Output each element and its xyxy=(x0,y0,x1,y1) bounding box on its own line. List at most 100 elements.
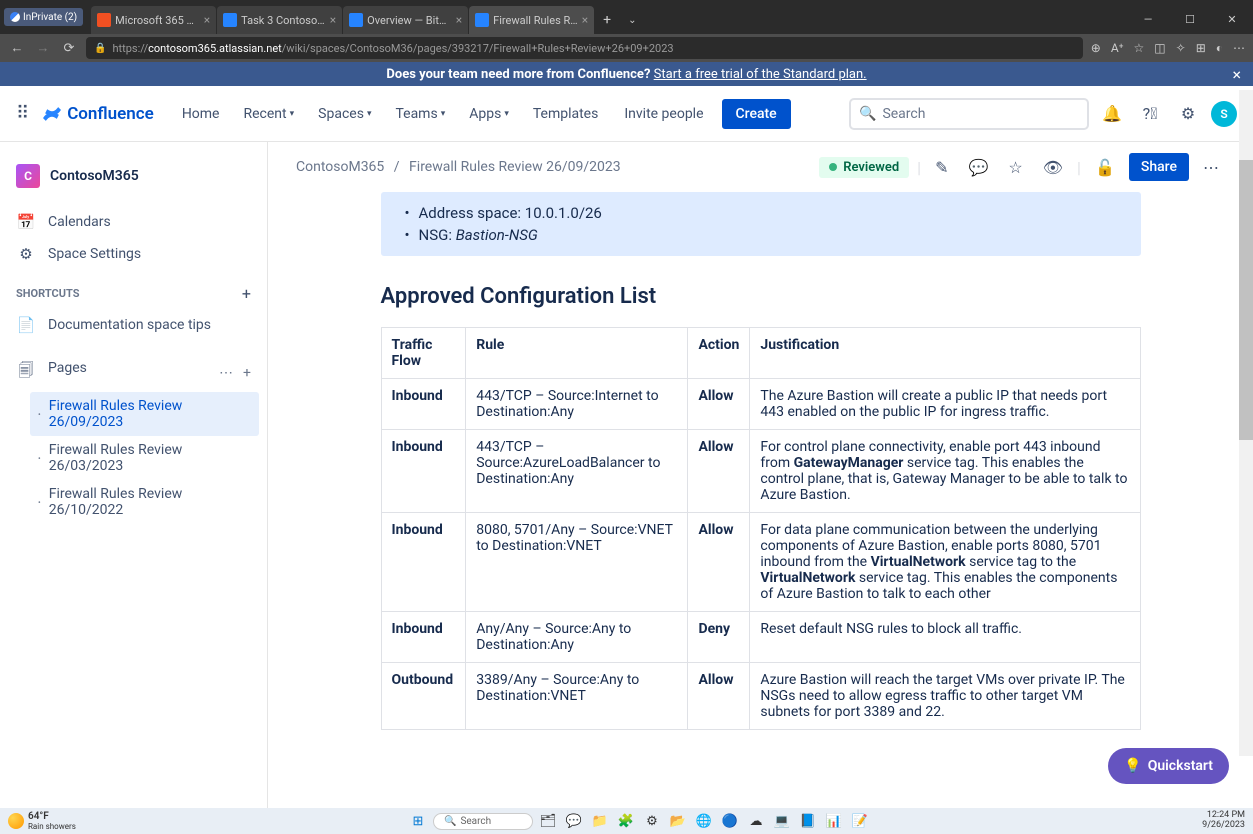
browser-tab[interactable]: Overview — Bitbucket× xyxy=(343,6,468,34)
window-maximize-icon[interactable]: ☐ xyxy=(1169,6,1211,34)
banner-link[interactable]: Start a free trial of the Standard plan. xyxy=(654,67,867,82)
nav-templates[interactable]: Templates xyxy=(525,100,607,128)
sidebar: C ContosoM365 📅Calendars ⚙Space Settings… xyxy=(0,142,268,808)
promo-banner: Does your team need more from Confluence… xyxy=(0,62,1253,86)
taskbar-app-icon[interactable]: ⚙ xyxy=(641,810,663,832)
breadcrumb: ContosoM365 / Firewall Rules Review 26/0… xyxy=(296,159,621,175)
window-close-icon[interactable]: ✕ xyxy=(1211,6,1253,34)
windows-taskbar: 64°FRain showers ⊞ 🔍Search 🗂 💬 📁 🧩 ⚙ 📂 🌐… xyxy=(0,808,1253,834)
confluence-logo[interactable]: Confluence xyxy=(41,103,154,125)
url-input[interactable]: 🔒 https://contosom365.atlassian.net/wiki… xyxy=(86,37,1083,59)
taskbar-edge-icon[interactable]: 🌐 xyxy=(693,810,715,832)
scrollbar-thumb[interactable] xyxy=(1239,160,1253,440)
pages-add-icon[interactable]: + xyxy=(243,365,251,381)
new-tab-button[interactable]: + xyxy=(595,12,619,28)
page-tree-item-active[interactable]: •Firewall Rules Review 26/09/2023 xyxy=(30,392,259,436)
sidebar-pages[interactable]: 🗐Pages ⋯+ xyxy=(8,353,259,392)
document-icon: 📄 xyxy=(16,316,36,334)
nav-home[interactable]: Home xyxy=(174,100,228,128)
nav-spaces[interactable]: Spaces▾ xyxy=(310,100,379,128)
taskbar-app-icon[interactable]: 🔵 xyxy=(719,810,741,832)
page-tree-item[interactable]: •Firewall Rules Review 26/10/2022 xyxy=(30,480,259,524)
zoom-icon[interactable]: ⊕ xyxy=(1091,41,1101,55)
table-header: Rule xyxy=(466,328,688,379)
nav-recent[interactable]: Recent▾ xyxy=(236,100,303,128)
collections-icon[interactable]: ✧ xyxy=(1176,41,1186,55)
taskbar-app-icon[interactable]: 📁 xyxy=(589,810,611,832)
browser-tab-strip: InPrivate (2) Microsoft 365 Certificatio… xyxy=(0,0,1253,34)
confluence-logo-icon xyxy=(41,103,63,125)
page-more-icon[interactable]: ⋯ xyxy=(1197,158,1225,177)
tab-close-icon[interactable]: × xyxy=(456,13,462,27)
extensions-icon[interactable]: ⊞ xyxy=(1196,41,1206,55)
favorite-icon[interactable]: ☆ xyxy=(1134,41,1145,55)
breadcrumb-space[interactable]: ContosoM365 xyxy=(296,159,384,175)
invite-people-button[interactable]: Invite people xyxy=(614,100,713,128)
taskbar-clock[interactable]: 12:24 PM 9/26/2023 xyxy=(1202,811,1245,831)
quickstart-button[interactable]: 💡Quickstart xyxy=(1108,748,1229,784)
star-icon[interactable]: ☆ xyxy=(1002,158,1028,177)
taskbar-app-icon[interactable]: 📘 xyxy=(797,810,819,832)
page-status-badge[interactable]: Reviewed xyxy=(819,157,909,178)
space-header[interactable]: C ContosoM365 xyxy=(8,158,259,194)
start-icon[interactable]: ⊞ xyxy=(407,810,429,832)
taskbar-app-icon[interactable]: 📊 xyxy=(823,810,845,832)
tab-close-icon[interactable]: × xyxy=(204,13,210,27)
restrictions-icon[interactable]: 🔓 xyxy=(1089,158,1121,177)
sidebar-calendars[interactable]: 📅Calendars xyxy=(8,206,259,238)
taskbar-app-icon[interactable]: 🗂 xyxy=(537,810,559,832)
taskbar-app-icon[interactable]: ☁ xyxy=(745,810,767,832)
banner-close-icon[interactable]: × xyxy=(1232,65,1241,84)
inprivate-badge: InPrivate (2) xyxy=(4,8,83,26)
split-icon[interactable]: ◫ xyxy=(1154,41,1165,55)
tab-close-icon[interactable]: × xyxy=(582,13,588,27)
app-switcher-icon[interactable]: ⠿ xyxy=(16,103,29,124)
notifications-icon[interactable]: 🔔 xyxy=(1097,104,1127,123)
taskbar-app-icon[interactable]: 📂 xyxy=(667,810,689,832)
scrollbar-track[interactable] xyxy=(1239,90,1253,756)
taskbar-app-icon[interactable]: 📝 xyxy=(849,810,871,832)
taskbar-weather[interactable]: 64°FRain showers xyxy=(8,811,76,831)
create-button[interactable]: Create xyxy=(722,99,791,129)
info-panel: Address space: 10.0.1.0/26 NSG: Bastion-… xyxy=(381,192,1141,256)
browser-refresh-icon[interactable]: ⟳ xyxy=(60,41,78,56)
sidebar-shortcut-item[interactable]: 📄Documentation space tips xyxy=(8,309,259,341)
nav-teams[interactable]: Teams▾ xyxy=(387,100,453,128)
comment-icon[interactable]: 💬 xyxy=(962,158,994,177)
edit-icon[interactable]: ✎ xyxy=(929,158,954,177)
page-tree-item[interactable]: •Firewall Rules Review 26/03/2023 xyxy=(30,436,259,480)
taskbar-app-icon[interactable]: 💬 xyxy=(563,810,585,832)
browser-back-icon[interactable]: ← xyxy=(8,40,26,56)
tab-overflow-icon[interactable]: ⌄ xyxy=(620,15,644,26)
browser-tab[interactable]: Task 3 Contoso M365 Firewall R× xyxy=(217,6,342,34)
table-header: Traffic Flow xyxy=(381,328,466,379)
search-input[interactable]: 🔍Search xyxy=(849,98,1089,130)
space-icon: C xyxy=(16,164,40,188)
window-minimize-icon[interactable]: ― xyxy=(1127,6,1169,34)
share-button[interactable]: Share xyxy=(1129,153,1189,181)
watch-icon[interactable]: 👁 xyxy=(1037,158,1069,177)
browser-tab-active[interactable]: Firewall Rules Review 26/09/20× xyxy=(469,6,594,34)
browser-tab[interactable]: Microsoft 365 Certification - Sec× xyxy=(91,6,216,34)
add-shortcut-icon[interactable]: + xyxy=(242,284,251,303)
search-icon: 🔍 xyxy=(859,106,876,122)
sidebar-space-settings[interactable]: ⚙Space Settings xyxy=(8,238,259,270)
read-aloud-icon[interactable]: A⁺ xyxy=(1111,41,1124,55)
breadcrumb-page[interactable]: Firewall Rules Review 26/09/2023 xyxy=(409,159,621,175)
settings-icon[interactable]: ⚙ xyxy=(1173,104,1203,123)
lock-icon: 🔒 xyxy=(94,43,106,54)
profile-icon[interactable]: ◐ xyxy=(1216,41,1223,55)
table-row: Inbound443/TCP – Source:AzureLoadBalance… xyxy=(381,430,1140,513)
tab-close-icon[interactable]: × xyxy=(330,13,336,27)
pages-more-icon[interactable]: ⋯ xyxy=(219,365,233,381)
page-body: Address space: 10.0.1.0/26 NSG: Bastion-… xyxy=(268,192,1253,808)
help-icon[interactable]: ?⃝ xyxy=(1135,104,1165,123)
table-header: Justification xyxy=(750,328,1140,379)
table-row: InboundAny/Any – Source:Any to Destinati… xyxy=(381,612,1140,663)
taskbar-search[interactable]: 🔍Search xyxy=(433,813,533,830)
nav-apps[interactable]: Apps▾ xyxy=(461,100,517,128)
taskbar-app-icon[interactable]: 💻 xyxy=(771,810,793,832)
user-avatar[interactable]: S xyxy=(1211,101,1237,127)
taskbar-app-icon[interactable]: 🧩 xyxy=(615,810,637,832)
browser-menu-icon[interactable]: ⋯ xyxy=(1233,41,1245,55)
